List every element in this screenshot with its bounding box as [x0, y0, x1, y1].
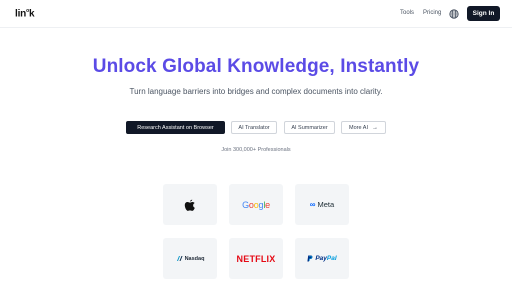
logo-card-google: Google	[229, 184, 283, 225]
nasdaq-wordmark: Nasdaq	[184, 255, 205, 262]
nav-link-pricing[interactable]: Pricing	[423, 10, 441, 16]
paypal-logo: PayPal	[307, 255, 337, 262]
logo-card-paypal: PayPal	[295, 238, 349, 279]
paypal-wordmark: PayPal	[315, 255, 337, 262]
google-logo: Google	[242, 199, 270, 210]
apple-logo-icon	[184, 199, 195, 211]
hero-subtitle: Turn language barriers into bridges and …	[129, 87, 383, 96]
globe-icon[interactable]	[449, 9, 459, 19]
chip-label: More AI	[349, 124, 368, 131]
nasdaq-logo: Nasdaq	[176, 255, 205, 262]
meta-infinity-icon: ∞	[309, 200, 316, 209]
sign-in-button[interactable]: Sign In	[467, 6, 500, 21]
meta-wordmark: Meta	[317, 200, 335, 209]
chip-label: AI Translator	[238, 124, 270, 131]
nasdaq-mark-icon	[176, 256, 183, 261]
chip-more-ai[interactable]: More AI →	[341, 121, 386, 134]
chip-label: Research Assistant on Browser	[137, 124, 214, 131]
netflix-logo: NETFLIX	[236, 253, 276, 264]
nav-link-tools[interactable]: Tools	[400, 10, 414, 16]
arrow-right-icon: →	[371, 124, 378, 131]
chip-label: AI Summarizer	[291, 124, 328, 131]
paypal-mark-icon	[307, 255, 313, 262]
brand-logo[interactable]: linok	[15, 8, 35, 19]
logo-card-apple	[163, 184, 217, 225]
hero-title: Unlock Global Knowledge, Instantly	[92, 56, 420, 77]
logo-card-nasdaq: Nasdaq	[163, 238, 217, 279]
chip-ai-translator[interactable]: AI Translator	[231, 121, 277, 134]
logo-card-meta: ∞ Meta	[295, 184, 349, 225]
chip-research-assistant[interactable]: Research Assistant on Browser	[126, 121, 225, 134]
logo-card-netflix: NETFLIX	[229, 238, 283, 279]
header: linok Tools Pricing Sign In	[0, 0, 512, 28]
chip-ai-summarizer[interactable]: AI Summarizer	[284, 121, 335, 134]
meta-logo: ∞ Meta	[310, 200, 334, 209]
social-proof-text: Join 300,000+ Professionals	[221, 147, 291, 153]
